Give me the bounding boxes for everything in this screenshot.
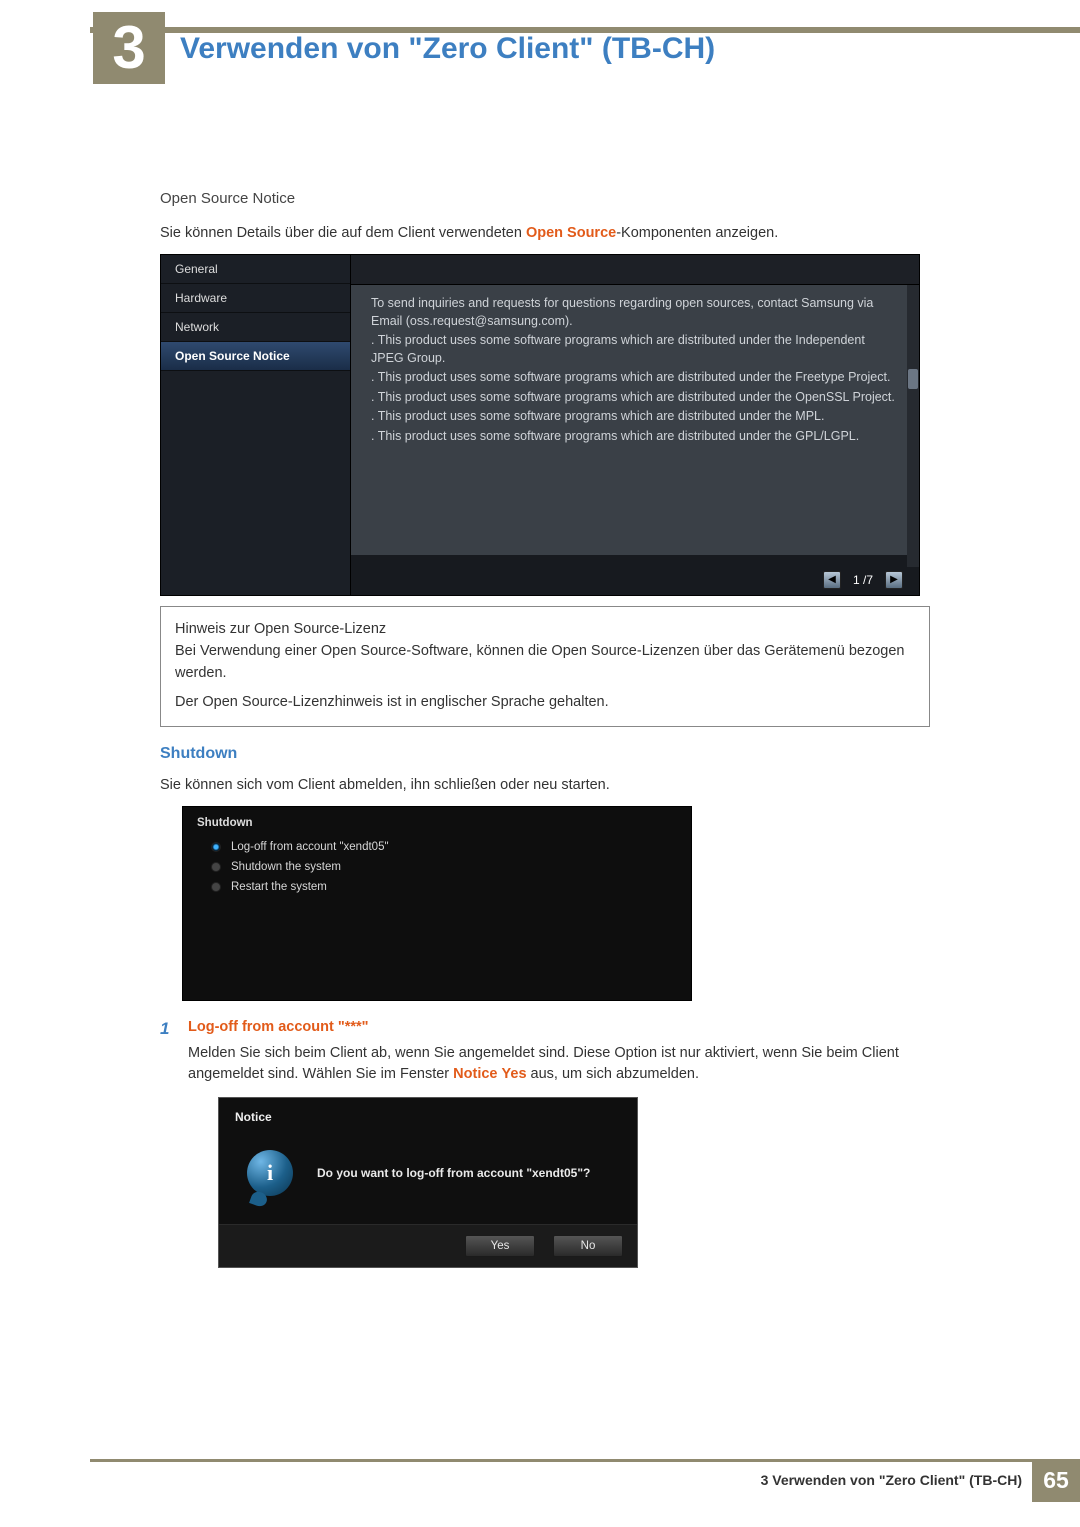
shutdown-option-shutdown[interactable]: Shutdown the system bbox=[197, 857, 677, 877]
text: aus, um sich abzumelden. bbox=[527, 1066, 699, 1082]
license-line: . This product uses some software progra… bbox=[371, 428, 899, 446]
note-line: Hinweis zur Open Source-Lizenz bbox=[175, 619, 915, 641]
notice-message: Do you want to log-off from account "xen… bbox=[317, 1166, 590, 1180]
pager: ◀ 1 /7 ▶ bbox=[823, 571, 903, 589]
settings-sidebar: General Hardware Network Open Source Not… bbox=[161, 255, 351, 595]
dialog-button-bar: Yes No bbox=[219, 1224, 637, 1267]
panel-header bbox=[351, 255, 919, 285]
scroll-thumb[interactable] bbox=[908, 369, 918, 389]
note-line: Bei Verwendung einer Open Source-Softwar… bbox=[175, 641, 915, 685]
radio-icon bbox=[211, 882, 221, 892]
sidebar-item-open-source[interactable]: Open Source Notice bbox=[161, 342, 350, 371]
no-button[interactable]: No bbox=[553, 1235, 623, 1257]
shutdown-intro: Sie können sich vom Client abmelden, ihn… bbox=[160, 775, 930, 796]
radio-selected-icon bbox=[211, 842, 221, 852]
license-line: . This product uses some software progra… bbox=[371, 408, 899, 426]
chapter-title: Verwenden von "Zero Client" (TB-CH) bbox=[180, 32, 715, 66]
text: -Komponenten anzeigen. bbox=[616, 225, 778, 241]
shutdown-heading: Shutdown bbox=[160, 745, 930, 763]
open-source-heading: Open Source Notice bbox=[160, 190, 930, 207]
scrollbar[interactable] bbox=[907, 285, 919, 567]
logoff-description: Melden Sie sich beim Client ab, wenn Sie… bbox=[188, 1043, 930, 1085]
shutdown-option-restart[interactable]: Restart the system bbox=[197, 877, 677, 897]
open-source-screenshot: General Hardware Network Open Source Not… bbox=[160, 254, 920, 596]
shutdown-option-logoff[interactable]: Log-off from account "xendt05" bbox=[197, 837, 677, 857]
open-source-highlight: Open Source bbox=[526, 225, 616, 241]
radio-icon bbox=[211, 862, 221, 872]
next-page-button[interactable]: ▶ bbox=[885, 571, 903, 589]
license-line: To send inquiries and requests for quest… bbox=[371, 295, 899, 330]
shutdown-dialog-title: Shutdown bbox=[197, 817, 677, 829]
note-line: Der Open Source-Lizenzhinweis ist in eng… bbox=[175, 692, 915, 714]
yes-highlight: Yes bbox=[502, 1066, 527, 1082]
chapter-number-badge: 3 bbox=[93, 12, 165, 84]
sidebar-item-hardware[interactable]: Hardware bbox=[161, 284, 350, 313]
option-label: Shutdown the system bbox=[231, 861, 341, 873]
page-indicator: 1 /7 bbox=[853, 573, 873, 587]
shutdown-screenshot: Shutdown Log-off from account "xendt05" … bbox=[182, 806, 692, 1001]
page-number: 65 bbox=[1032, 1459, 1080, 1502]
logoff-subheading: Log-off from account "***" bbox=[188, 1019, 930, 1035]
notice-dialog-title: Notice bbox=[219, 1098, 637, 1136]
license-line: . This product uses some software progra… bbox=[371, 369, 899, 387]
license-note-box: Hinweis zur Open Source-Lizenz Bei Verwe… bbox=[160, 606, 930, 727]
notice-highlight: Notice bbox=[453, 1066, 497, 1082]
settings-panel: To send inquiries and requests for quest… bbox=[351, 255, 919, 595]
list-number: 1 bbox=[160, 1019, 176, 1039]
notice-dialog-screenshot: Notice i Do you want to log-off from acc… bbox=[218, 1097, 638, 1268]
option-label: Restart the system bbox=[231, 881, 327, 893]
sidebar-item-network[interactable]: Network bbox=[161, 313, 350, 342]
sidebar-item-general[interactable]: General bbox=[161, 255, 350, 284]
open-source-intro: Sie können Details über die auf dem Clie… bbox=[160, 223, 930, 244]
yes-button[interactable]: Yes bbox=[465, 1235, 535, 1257]
info-icon: i bbox=[247, 1150, 293, 1196]
license-text-area: To send inquiries and requests for quest… bbox=[351, 285, 919, 555]
license-line: . This product uses some software progra… bbox=[371, 332, 899, 367]
footer-chapter-label: 3 Verwenden von "Zero Client" (TB-CH) bbox=[761, 1472, 1022, 1488]
prev-page-button[interactable]: ◀ bbox=[823, 571, 841, 589]
license-line: . This product uses some software progra… bbox=[371, 389, 899, 407]
text: Sie können Details über die auf dem Clie… bbox=[160, 225, 526, 241]
page-footer: 3 Verwenden von "Zero Client" (TB-CH) 65 bbox=[90, 1459, 1080, 1499]
option-label: Log-off from account "xendt05" bbox=[231, 841, 389, 853]
